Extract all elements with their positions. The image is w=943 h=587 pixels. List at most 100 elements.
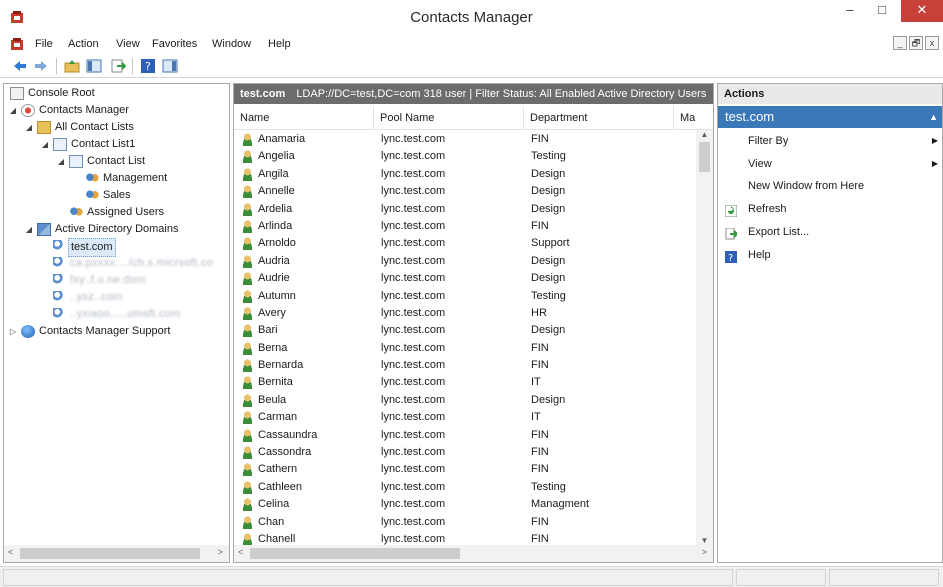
table-row[interactable]: Berna lync.test.com FIN	[234, 340, 696, 357]
refresh-icon	[724, 203, 738, 218]
table-row[interactable]: Bernarda lync.test.com FIN	[234, 357, 696, 374]
user-icon	[241, 359, 254, 373]
scroll-thumb[interactable]	[20, 548, 200, 559]
cell-department: Design	[531, 167, 566, 180]
scroll-up-icon[interactable]: ▲	[696, 130, 713, 139]
collapse-section-icon[interactable]: ▲	[929, 106, 938, 128]
table-row[interactable]: Celina lync.test.com Managment	[234, 496, 696, 513]
table-row[interactable]: Autumn lync.test.com Testing	[234, 288, 696, 305]
action-help[interactable]: ? Help	[718, 244, 942, 266]
table-row[interactable]: Cathern lync.test.com FIN	[234, 461, 696, 478]
up-folder-icon[interactable]	[64, 58, 80, 74]
domain-key-icon	[53, 308, 67, 321]
tree-label: ..yxiaoo.....umsft.com	[70, 308, 181, 320]
expand-icon[interactable]: ◢	[56, 153, 66, 170]
expand-icon[interactable]: ◢	[24, 221, 34, 238]
table-row[interactable]: Chan lync.test.com FIN	[234, 514, 696, 531]
show-hide-tree-icon[interactable]	[86, 58, 102, 74]
menu-file[interactable]: File	[35, 38, 53, 50]
expand-icon[interactable]: ◢	[40, 136, 50, 153]
table-row[interactable]: Cassondra lync.test.com FIN	[234, 444, 696, 461]
cell-name: Avery	[258, 306, 286, 319]
minimize-button[interactable]: –	[836, 0, 864, 22]
user-icon	[241, 167, 254, 181]
mdi-minimize-button[interactable]: _	[893, 36, 907, 50]
action-filter-by[interactable]: Filter By ▶	[718, 130, 942, 152]
user-icon	[241, 480, 254, 494]
table-row[interactable]: Angila lync.test.com Design	[234, 166, 696, 183]
table-row[interactable]: Avery lync.test.com HR	[234, 305, 696, 322]
table-row[interactable]: Cassaundra lync.test.com FIN	[234, 427, 696, 444]
export-list-icon[interactable]	[110, 58, 127, 74]
maximize-button[interactable]: □	[868, 0, 896, 22]
close-button[interactable]: ✕	[901, 0, 943, 22]
user-icon	[241, 150, 254, 164]
column-header-department[interactable]: Department	[524, 106, 674, 130]
back-icon[interactable]	[12, 58, 28, 74]
show-action-pane-icon[interactable]	[162, 58, 178, 74]
cell-pool-name: lync.test.com	[381, 133, 446, 145]
column-header-name[interactable]: Name	[234, 106, 374, 130]
cell-name: Bernarda	[258, 359, 304, 372]
mdi-restore-button[interactable]: 🗗	[909, 36, 923, 50]
scroll-down-icon[interactable]: ▼	[696, 536, 713, 545]
table-row[interactable]: Anamaria lync.test.com FIN	[234, 131, 696, 148]
cell-pool-name: lync.test.com	[381, 272, 446, 285]
scroll-right-icon[interactable]: >	[218, 547, 223, 557]
scroll-thumb[interactable]	[699, 142, 710, 172]
console-tree[interactable]: Console Root ◢ Contacts Manager ◢ All Co…	[3, 83, 230, 563]
list-vertical-scrollbar[interactable]: ▲ ▼	[696, 130, 713, 545]
column-header-pool-name[interactable]: Pool Name	[374, 106, 524, 130]
scroll-right-icon[interactable]: >	[702, 547, 707, 557]
table-row[interactable]: Angelia lync.test.com Testing	[234, 148, 696, 165]
expand-icon[interactable]: ◢	[8, 102, 18, 119]
menu-help[interactable]: Help	[268, 38, 291, 50]
table-row[interactable]: Arnoldo lync.test.com Support	[234, 235, 696, 252]
cell-pool-name: lync.test.com	[381, 202, 446, 215]
expand-icon[interactable]: ◢	[24, 119, 34, 136]
domain-key-icon	[53, 240, 67, 253]
collapse-icon[interactable]: ▷	[8, 323, 18, 340]
column-header-manager[interactable]: Ma	[674, 106, 696, 130]
table-row[interactable]: Beula lync.test.com Design	[234, 392, 696, 409]
menu-view[interactable]: View	[116, 38, 140, 50]
tree-label: Contacts Manager Support	[39, 325, 171, 337]
cell-pool-name: lync.test.com	[381, 150, 446, 163]
scroll-left-icon[interactable]: <	[8, 547, 13, 557]
list-horizontal-scrollbar[interactable]: < >	[234, 545, 713, 562]
user-icon	[241, 202, 254, 216]
console-menu-icon[interactable]	[10, 37, 24, 51]
mdi-close-button[interactable]: x	[925, 36, 939, 50]
cell-pool-name: lync.test.com	[381, 515, 446, 528]
tree-horizontal-scrollbar[interactable]: < >	[4, 545, 229, 562]
table-row[interactable]: Audrie lync.test.com Design	[234, 270, 696, 287]
menu-favorites[interactable]: Favorites	[152, 38, 197, 50]
tree-label: fxy..f.u.ne.dom	[70, 274, 146, 286]
action-new-window[interactable]: New Window from Here	[718, 175, 942, 197]
tree-label: ..ysz..com	[70, 291, 123, 303]
menu-window[interactable]: Window	[212, 38, 251, 50]
table-row[interactable]: Arlinda lync.test.com FIN	[234, 218, 696, 235]
table-row[interactable]: Audria lync.test.com Design	[234, 253, 696, 270]
user-icon	[241, 272, 254, 286]
cell-department: Testing	[531, 150, 566, 163]
actions-pane: Actions test.com ▲ Filter By ▶ View ▶ Ne…	[717, 83, 943, 563]
user-icon	[241, 341, 254, 355]
action-export-list[interactable]: Export List...	[718, 221, 942, 243]
table-row[interactable]: Bernita lync.test.com IT	[234, 374, 696, 391]
forward-icon[interactable]	[33, 58, 49, 74]
actions-section-test-com[interactable]: test.com ▲	[718, 106, 942, 128]
menu-action[interactable]: Action	[68, 38, 99, 50]
table-row[interactable]: Annelle lync.test.com Design	[234, 183, 696, 200]
help-icon[interactable]: ?	[140, 58, 156, 74]
table-row[interactable]: Carman lync.test.com IT	[234, 409, 696, 426]
scroll-left-icon[interactable]: <	[238, 547, 243, 557]
user-icon	[241, 254, 254, 268]
action-view[interactable]: View ▶	[718, 153, 942, 175]
action-refresh[interactable]: Refresh	[718, 198, 942, 220]
table-row[interactable]: Cathleen lync.test.com Testing	[234, 479, 696, 496]
table-row[interactable]: Bari lync.test.com Design	[234, 322, 696, 339]
status-cell	[829, 569, 939, 586]
table-row[interactable]: Ardelia lync.test.com Design	[234, 201, 696, 218]
scroll-thumb[interactable]	[250, 548, 460, 559]
